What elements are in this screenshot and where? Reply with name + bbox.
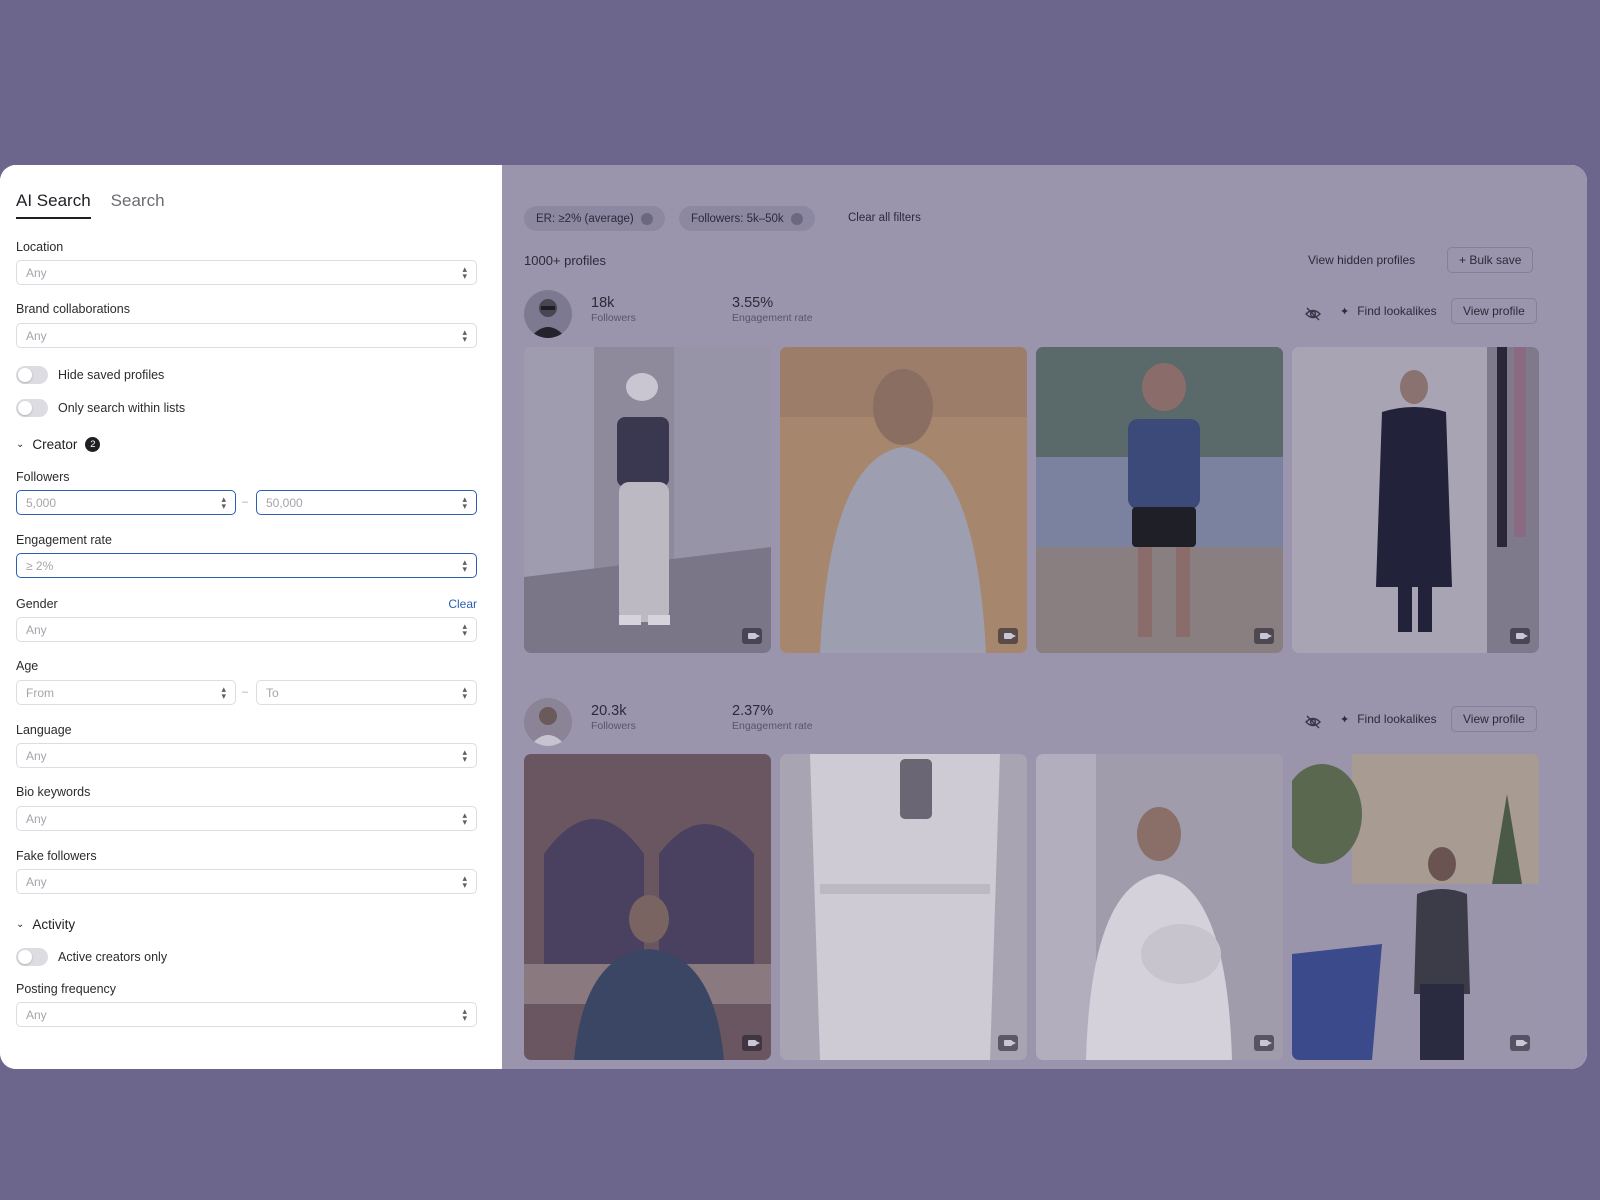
chevron-down-icon: ⌄ bbox=[16, 919, 25, 930]
age-label: Age bbox=[16, 659, 39, 673]
search-tabs: AI Search Search bbox=[16, 191, 486, 219]
posting-frequency-select[interactable]: Any ▴ ▾ bbox=[16, 1002, 477, 1027]
location-label: Location bbox=[16, 240, 64, 254]
updown-chevron-icon: ▴ ▾ bbox=[462, 557, 467, 574]
filter-count-badge: 2 bbox=[85, 437, 101, 452]
followers-min-input[interactable]: 5,000 ▴ ▾ bbox=[16, 490, 236, 515]
video-icon bbox=[998, 1035, 1018, 1051]
video-icon bbox=[742, 628, 762, 644]
post-thumbnail[interactable] bbox=[1036, 347, 1283, 653]
post-thumbnail[interactable] bbox=[1292, 347, 1539, 653]
updown-chevron-icon: ▴ ▾ bbox=[221, 684, 226, 701]
hide-saved-toggle[interactable] bbox=[16, 366, 48, 384]
language-select[interactable]: Any ▴ ▾ bbox=[16, 743, 477, 768]
post-thumbnail[interactable] bbox=[1292, 754, 1539, 1060]
remove-chip-icon[interactable] bbox=[640, 212, 653, 225]
bio-keywords-select[interactable]: Any ▴ ▾ bbox=[16, 806, 477, 831]
only-lists-row: Only search within lists bbox=[16, 399, 185, 417]
hide-profile-icon[interactable] bbox=[1304, 713, 1322, 731]
age-to-select[interactable]: To ▴ ▾ bbox=[256, 680, 477, 705]
only-lists-toggle[interactable] bbox=[16, 399, 48, 417]
followers-max-input[interactable]: 50,000 ▴ ▾ bbox=[256, 490, 477, 515]
age-from-select[interactable]: From ▴ ▾ bbox=[16, 680, 236, 705]
remove-chip-icon[interactable] bbox=[790, 212, 803, 225]
gender-label: Gender bbox=[16, 597, 58, 611]
location-select[interactable]: Any ▴ ▾ bbox=[16, 260, 477, 285]
sparkle-icon: ✦ bbox=[1340, 713, 1350, 726]
only-lists-label: Only search within lists bbox=[58, 401, 186, 415]
updown-chevron-icon: ▴ ▾ bbox=[462, 494, 467, 511]
engagement-stat: 3.55% Engagement rate bbox=[732, 295, 813, 324]
find-lookalikes-button[interactable]: ✦ Find lookalikes bbox=[1329, 706, 1448, 732]
gender-select[interactable]: Any ▴ ▾ bbox=[16, 617, 477, 642]
engagement-rate-select[interactable]: ≥ 2% ▴ ▾ bbox=[16, 553, 477, 578]
results-panel: ER: ≥2% (average) Followers: 5k–50k Clea… bbox=[502, 165, 1587, 1069]
video-icon bbox=[1254, 628, 1274, 644]
gender-clear-link[interactable]: Clear bbox=[448, 597, 477, 611]
range-separator: – bbox=[242, 496, 249, 508]
video-icon bbox=[742, 1035, 762, 1051]
tab-ai-search[interactable]: AI Search bbox=[16, 191, 91, 219]
hide-profile-icon[interactable] bbox=[1304, 305, 1322, 323]
avatar[interactable] bbox=[524, 698, 572, 746]
fake-followers-select[interactable]: Any ▴ ▾ bbox=[16, 869, 477, 894]
tab-search[interactable]: Search bbox=[111, 191, 165, 219]
find-lookalikes-button[interactable]: ✦ Find lookalikes bbox=[1329, 298, 1448, 324]
post-thumbnail[interactable] bbox=[1036, 754, 1283, 1060]
bulk-save-button[interactable]: + Bulk save bbox=[1447, 247, 1534, 273]
active-only-toggle[interactable] bbox=[16, 948, 48, 966]
brand-collaborations-label: Brand collaborations bbox=[16, 302, 130, 316]
updown-chevron-icon: ▴ ▾ bbox=[462, 1006, 467, 1023]
video-icon bbox=[1510, 628, 1530, 644]
followers-stat: 18k Followers bbox=[591, 295, 636, 324]
updown-chevron-icon: ▴ ▾ bbox=[462, 873, 467, 890]
sparkle-icon: ✦ bbox=[1340, 305, 1350, 318]
engagement-stat: 2.37% Engagement rate bbox=[732, 703, 813, 732]
updown-chevron-icon: ▴ ▾ bbox=[462, 621, 467, 638]
view-hidden-profiles-button[interactable]: View hidden profiles bbox=[1297, 247, 1426, 273]
brand-collaborations-select[interactable]: Any ▴ ▾ bbox=[16, 323, 477, 348]
video-icon bbox=[1254, 1035, 1274, 1051]
updown-chevron-icon: ▴ ▾ bbox=[462, 684, 467, 701]
updown-chevron-icon: ▴ ▾ bbox=[462, 327, 467, 344]
video-icon bbox=[998, 628, 1018, 644]
hide-saved-row: Hide saved profiles bbox=[16, 366, 164, 384]
results-count: 1000+ profiles bbox=[524, 253, 607, 268]
view-profile-button[interactable]: View profile bbox=[1451, 298, 1537, 324]
language-label: Language bbox=[16, 723, 72, 737]
engagement-rate-label: Engagement rate bbox=[16, 533, 112, 547]
active-only-row: Active creators only bbox=[16, 948, 167, 966]
clear-all-filters-link[interactable]: Clear all filters bbox=[848, 212, 921, 224]
active-only-label: Active creators only bbox=[58, 950, 168, 964]
filter-chip-er[interactable]: ER: ≥2% (average) bbox=[524, 206, 665, 231]
post-thumbnail[interactable] bbox=[524, 754, 771, 1060]
chevron-down-icon: ⌄ bbox=[16, 439, 25, 450]
filter-sidebar: AI Search Search Location Any ▴ ▾ Brand c… bbox=[0, 165, 502, 1069]
updown-chevron-icon: ▴ ▾ bbox=[221, 494, 226, 511]
followers-stat: 20.3k Followers bbox=[591, 703, 636, 732]
post-thumbnail[interactable] bbox=[780, 754, 1027, 1060]
range-separator: – bbox=[242, 686, 249, 698]
updown-chevron-icon: ▴ ▾ bbox=[462, 810, 467, 827]
bio-keywords-label: Bio keywords bbox=[16, 785, 91, 799]
posting-frequency-label: Posting frequency bbox=[16, 982, 117, 996]
hide-saved-label: Hide saved profiles bbox=[58, 368, 165, 382]
fake-followers-label: Fake followers bbox=[16, 849, 97, 863]
followers-label: Followers bbox=[16, 470, 70, 484]
updown-chevron-icon: ▴ ▾ bbox=[462, 264, 467, 281]
post-thumbnail[interactable] bbox=[780, 347, 1027, 653]
post-gallery bbox=[524, 347, 1539, 653]
avatar[interactable] bbox=[524, 290, 572, 338]
updown-chevron-icon: ▴ ▾ bbox=[462, 747, 467, 764]
post-gallery bbox=[524, 754, 1539, 1060]
post-thumbnail[interactable] bbox=[524, 347, 771, 653]
activity-section-header[interactable]: ⌄ Activity bbox=[16, 917, 75, 932]
filter-chip-followers[interactable]: Followers: 5k–50k bbox=[679, 206, 815, 231]
view-profile-button[interactable]: View profile bbox=[1451, 706, 1537, 732]
video-icon bbox=[1510, 1035, 1530, 1051]
creator-section-header[interactable]: ⌄ Creator 2 bbox=[16, 437, 101, 452]
app-window: AI Search Search Location Any ▴ ▾ Brand c… bbox=[0, 165, 1587, 1069]
